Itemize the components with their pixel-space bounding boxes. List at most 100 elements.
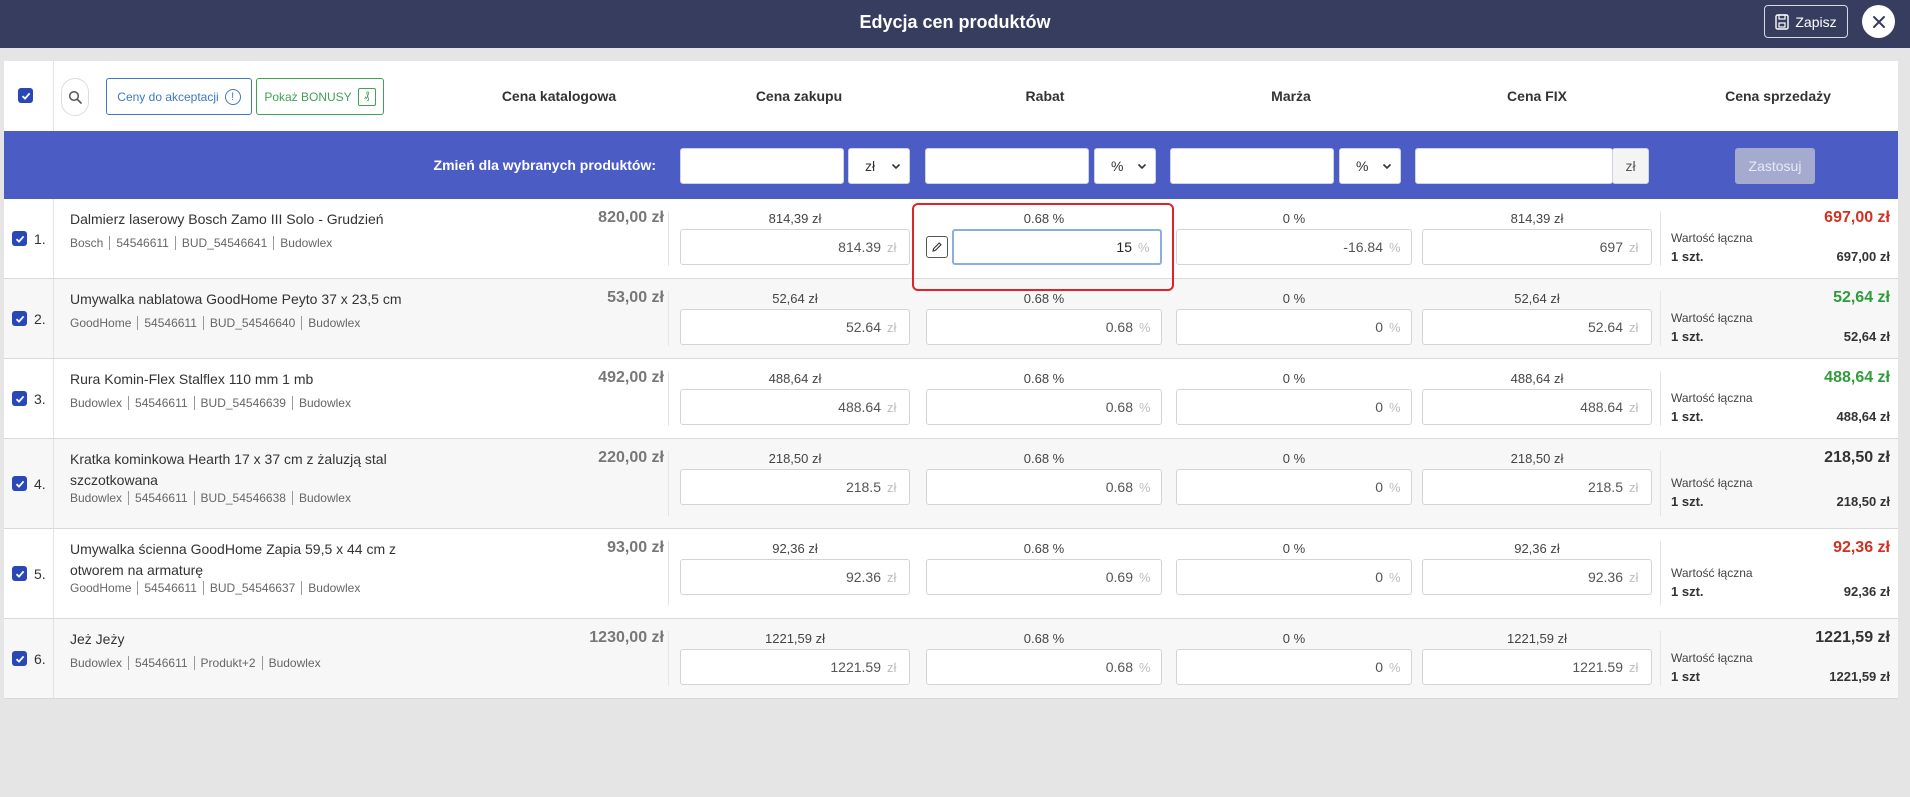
purchase-input-value: 218.5 bbox=[845, 479, 881, 495]
fix-input-unit: zł bbox=[1629, 659, 1639, 675]
show-bonuses-button[interactable]: Pokaż BONUSY ₰ bbox=[256, 78, 384, 115]
fix-input-value: 1221.59 bbox=[1572, 659, 1623, 675]
margin-input[interactable]: 0 % bbox=[1176, 649, 1412, 685]
bulk-discount-unit-select[interactable]: % bbox=[1094, 148, 1156, 184]
margin-input-value: 0 bbox=[1375, 399, 1383, 415]
row-number: 6. bbox=[34, 651, 46, 667]
total-value: 52,64 zł bbox=[1843, 329, 1890, 344]
bulk-margin-unit-select[interactable]: % bbox=[1339, 148, 1401, 184]
fix-input[interactable]: 1221.59 zł bbox=[1422, 649, 1652, 685]
fix-input[interactable]: 218.5 zł bbox=[1422, 469, 1652, 505]
apply-button[interactable]: Zastosuj bbox=[1735, 148, 1815, 184]
discount-input-value: 15 bbox=[1116, 239, 1132, 255]
product-checkbox[interactable] bbox=[12, 476, 27, 491]
fix-input[interactable]: 697 zł bbox=[1422, 229, 1652, 265]
product-supplier: Budowlex bbox=[261, 656, 327, 670]
purchase-input-value: 92.36 bbox=[845, 569, 881, 585]
bulk-discount-input[interactable] bbox=[925, 148, 1089, 184]
discount-input-unit: % bbox=[1139, 569, 1151, 585]
discount-input[interactable]: 0.68 % bbox=[926, 469, 1162, 505]
discount-input[interactable]: 0.68 % bbox=[926, 649, 1162, 685]
margin-input-value: 0 bbox=[1375, 319, 1383, 335]
product-code: 54546611 bbox=[109, 236, 175, 250]
total-value-label: Wartość łączna bbox=[1671, 311, 1753, 325]
bulk-purchase-input[interactable] bbox=[680, 148, 844, 184]
fix-input-unit: zł bbox=[1629, 479, 1639, 495]
purchase-input[interactable]: 488.64 zł bbox=[680, 389, 910, 425]
margin-input-unit: % bbox=[1389, 239, 1401, 255]
margin-input[interactable]: 0 % bbox=[1176, 469, 1412, 505]
purchase-input-unit: zł bbox=[887, 569, 897, 585]
show-bonuses-label: Pokaż BONUSY bbox=[264, 89, 352, 104]
column-header-margin: Marża bbox=[1271, 88, 1311, 104]
bulk-fix-input[interactable] bbox=[1415, 148, 1613, 184]
purchase-input[interactable]: 218.5 zł bbox=[680, 469, 910, 505]
purchase-input[interactable]: 814.39 zł bbox=[680, 229, 910, 265]
discount-input-unit: % bbox=[1138, 239, 1150, 255]
discount-input[interactable]: 0.69 % bbox=[926, 559, 1162, 595]
discount-caption: 0.68 % bbox=[1023, 371, 1065, 386]
margin-input[interactable]: -16.84 % bbox=[1176, 229, 1412, 265]
fix-caption: 218,50 zł bbox=[1510, 451, 1564, 466]
check-icon bbox=[15, 655, 24, 663]
check-icon bbox=[15, 235, 24, 243]
purchase-input-value: 52.64 bbox=[845, 319, 881, 335]
select-all-checkbox[interactable] bbox=[18, 88, 33, 103]
product-brand: GoodHome bbox=[70, 581, 132, 595]
fix-input-unit: zł bbox=[1629, 319, 1639, 335]
discount-input[interactable]: 0.68 % bbox=[926, 309, 1162, 345]
search-button[interactable] bbox=[61, 78, 89, 116]
fix-input[interactable]: 52.64 zł bbox=[1422, 309, 1652, 345]
discount-input[interactable]: 0.68 % bbox=[926, 389, 1162, 425]
check-icon bbox=[21, 92, 30, 100]
discount-caption: 0.68 % bbox=[1023, 291, 1065, 306]
product-name: Dalmierz laserowy Bosch Zamo III Solo - … bbox=[70, 211, 384, 227]
purchase-input-value: 488.64 bbox=[838, 399, 881, 415]
check-icon bbox=[15, 315, 24, 323]
margin-input-unit: % bbox=[1389, 399, 1401, 415]
info-icon: ! bbox=[224, 88, 241, 105]
column-header-discount: Rabat bbox=[1025, 88, 1065, 104]
product-checkbox[interactable] bbox=[12, 311, 27, 326]
margin-input[interactable]: 0 % bbox=[1176, 309, 1412, 345]
product-code: 54546611 bbox=[137, 316, 203, 330]
margin-input-value: 0 bbox=[1375, 659, 1383, 675]
purchase-input[interactable]: 92.36 zł bbox=[680, 559, 910, 595]
product-supplier: Budowlex bbox=[301, 581, 366, 595]
margin-input[interactable]: 0 % bbox=[1176, 559, 1412, 595]
total-value: 697,00 zł bbox=[1836, 249, 1891, 264]
save-button[interactable]: Zapisz bbox=[1764, 5, 1848, 38]
row-number: 1. bbox=[34, 231, 46, 247]
pencil-icon bbox=[932, 242, 942, 252]
chevron-down-icon bbox=[1137, 163, 1147, 170]
bulk-change-label: Zmień dla wybranych produktów: bbox=[433, 157, 656, 173]
edit-discount-button[interactable] bbox=[926, 236, 948, 258]
fix-input[interactable]: 92.36 zł bbox=[1422, 559, 1652, 595]
product-meta: Budowlex 54546611 BUD_54546639 Budowlex bbox=[70, 396, 357, 410]
product-brand: Budowlex bbox=[70, 656, 123, 670]
sale-price: 1221,59 zł bbox=[1815, 629, 1890, 646]
top-bar: Edycja cen produktów Zapisz bbox=[0, 0, 1910, 48]
pending-prices-filter-button[interactable]: Ceny do akceptacji ! bbox=[106, 78, 252, 115]
row-number: 4. bbox=[34, 476, 46, 492]
discount-input[interactable]: 15 % bbox=[952, 229, 1162, 265]
total-value: 218,50 zł bbox=[1836, 494, 1891, 509]
close-button[interactable] bbox=[1862, 5, 1895, 38]
product-supplier: Budowlex bbox=[291, 396, 357, 410]
margin-input[interactable]: 0 % bbox=[1176, 389, 1412, 425]
fix-input[interactable]: 488.64 zł bbox=[1422, 389, 1652, 425]
bulk-margin-input[interactable] bbox=[1170, 148, 1334, 184]
product-checkbox[interactable] bbox=[12, 651, 27, 666]
purchase-input[interactable]: 1221.59 zł bbox=[680, 649, 910, 685]
sale-price: 697,00 zł bbox=[1824, 209, 1890, 226]
purchase-input[interactable]: 52.64 zł bbox=[680, 309, 910, 345]
column-header-catalog: Cena katalogowa bbox=[501, 88, 617, 104]
product-checkbox[interactable] bbox=[12, 391, 27, 406]
bulk-purchase-unit-select[interactable]: zł bbox=[848, 148, 910, 184]
quantity: 1 szt. bbox=[1671, 409, 1704, 424]
quantity: 1 szt bbox=[1671, 669, 1700, 684]
fix-input-value: 92.36 bbox=[1587, 569, 1623, 585]
product-checkbox[interactable] bbox=[12, 231, 27, 246]
fix-caption: 52,64 zł bbox=[1514, 291, 1560, 306]
product-checkbox[interactable] bbox=[12, 566, 27, 581]
